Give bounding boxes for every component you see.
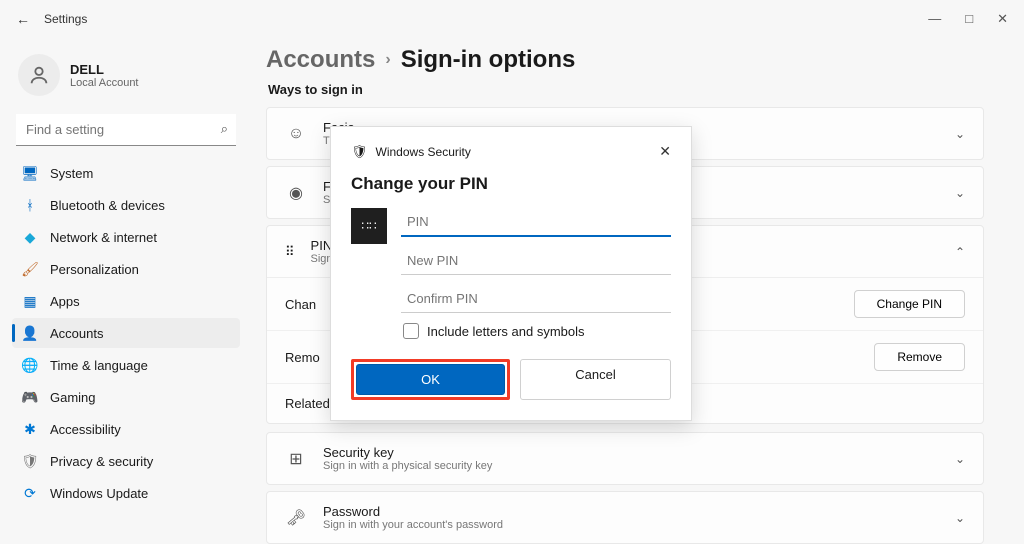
window-controls: — □ ✕ [928, 11, 1014, 27]
include-letters-checkbox[interactable] [403, 323, 419, 339]
sidebar-item-bluetooth-devices[interactable]: ᚼ Bluetooth & devices [12, 190, 240, 220]
dialog-header-title: Windows Security [376, 145, 471, 159]
nav-label: Privacy & security [50, 454, 153, 469]
nav-label: Network & internet [50, 230, 157, 245]
windows-security-dialog: 🛡 Windows Security ✕ Change your PIN ∷∷ … [330, 126, 692, 421]
fingerprint-icon: ◉ [285, 183, 307, 203]
change-pin-button[interactable]: Change PIN [854, 290, 965, 318]
checkbox-label: Include letters and symbols [427, 324, 585, 339]
nav-icon: 👤 [22, 325, 38, 341]
sidebar: DELL Local Account ⌕ 🖥 System ᚼ Bluetooth &… [0, 38, 248, 534]
pin-icon: ⠿ [285, 244, 295, 260]
minimize-button[interactable]: — [928, 11, 941, 27]
shield-icon: 🛡 [351, 144, 368, 160]
option-subtitle: Sign in with your account's password [323, 519, 503, 531]
password-icon: 🗝 [285, 508, 307, 528]
option-subtitle: Sign in with a physical security key [323, 460, 492, 472]
sidebar-item-personalization[interactable]: 🖌 Personalization [12, 254, 240, 284]
chevron-down-icon: ⌄ [955, 452, 965, 466]
keypad-icon: ∷∷ [351, 208, 387, 244]
search-icon: ⌕ [221, 121, 228, 137]
nav-label: Accounts [50, 326, 103, 341]
option-title: Password [323, 504, 503, 519]
dialog-close-button[interactable]: ✕ [659, 143, 671, 160]
breadcrumb-current: Sign-in options [401, 46, 576, 74]
sidebar-item-network-internet[interactable]: ◆ Network & internet [12, 222, 240, 252]
nav-icon: 🌐 [22, 357, 38, 373]
sidebar-item-accounts[interactable]: 👤 Accounts [12, 318, 240, 348]
nav-icon: ᚼ [22, 197, 38, 213]
confirm-pin-input[interactable] [401, 285, 671, 313]
option-password[interactable]: 🗝 Password Sign in with your account's p… [266, 491, 984, 544]
dialog-title: Change your PIN [351, 174, 671, 194]
titlebar: ← Settings — □ ✕ [0, 0, 1024, 38]
sidebar-item-accessibility[interactable]: ✱ Accessibility [12, 414, 240, 444]
sidebar-item-gaming[interactable]: 🎮 Gaming [12, 382, 240, 412]
search-box: ⌕ [16, 114, 236, 146]
nav-icon: ✱ [22, 421, 38, 437]
remove-pin-button[interactable]: Remove [874, 343, 965, 371]
ok-button-highlight: OK [351, 359, 510, 400]
sidebar-item-privacy-security[interactable]: 🛡 Privacy & security [12, 446, 240, 476]
chevron-down-icon: ⌄ [955, 127, 965, 141]
back-button[interactable]: ← [10, 11, 36, 27]
option-title: Security key [323, 445, 492, 460]
avatar [18, 54, 60, 96]
sidebar-item-windows-update[interactable]: ⟳ Windows Update [12, 478, 240, 508]
sidebar-item-apps[interactable]: ▦ Apps [12, 286, 240, 316]
chevron-down-icon: ⌄ [955, 511, 965, 525]
nav-label: Accessibility [50, 422, 121, 437]
nav-icon: ▦ [22, 293, 38, 309]
nav-icon: 🖌 [22, 261, 38, 277]
nav-label: Gaming [50, 390, 96, 405]
nav-label: Personalization [50, 262, 139, 277]
option-security-key[interactable]: ⊞ Security key Sign in with a physical s… [266, 432, 984, 485]
nav-icon: 🖥 [22, 165, 38, 181]
sidebar-item-system[interactable]: 🖥 System [12, 158, 240, 188]
nav-label: Bluetooth & devices [50, 198, 165, 213]
row-label: Remo [285, 350, 320, 365]
nav-label: Time & language [50, 358, 148, 373]
ok-button[interactable]: OK [356, 364, 505, 395]
key-icon: ⊞ [285, 449, 307, 469]
face-icon: ☺ [285, 125, 307, 143]
user-icon [28, 64, 50, 86]
nav-icon: ⟳ [22, 485, 38, 501]
breadcrumb: Accounts › Sign-in options [266, 46, 984, 74]
nav-label: Apps [50, 294, 80, 309]
current-pin-input[interactable] [401, 208, 671, 237]
nav-label: Windows Update [50, 486, 148, 501]
nav-label: System [50, 166, 93, 181]
nav-icon: 🎮 [22, 389, 38, 405]
breadcrumb-parent[interactable]: Accounts [266, 46, 375, 74]
search-input[interactable] [16, 114, 236, 146]
user-account-type: Local Account [70, 77, 139, 89]
window-title: Settings [44, 12, 87, 26]
cancel-button[interactable]: Cancel [520, 359, 671, 400]
user-block[interactable]: DELL Local Account [12, 48, 240, 114]
section-label: Ways to sign in [268, 82, 984, 97]
maximize-button[interactable]: □ [965, 11, 973, 27]
chevron-right-icon: › [385, 51, 390, 69]
chevron-down-icon: ⌄ [955, 186, 965, 200]
nav-icon: 🛡 [22, 453, 38, 469]
new-pin-input[interactable] [401, 247, 671, 275]
sidebar-item-time-language[interactable]: 🌐 Time & language [12, 350, 240, 380]
chevron-up-icon: ⌃ [955, 245, 965, 259]
nav-list: 🖥 System ᚼ Bluetooth & devices ◆ Network & in… [12, 158, 240, 508]
user-name: DELL [70, 62, 139, 77]
nav-icon: ◆ [22, 229, 38, 245]
close-button[interactable]: ✕ [997, 11, 1008, 27]
row-label: Chan [285, 297, 316, 312]
